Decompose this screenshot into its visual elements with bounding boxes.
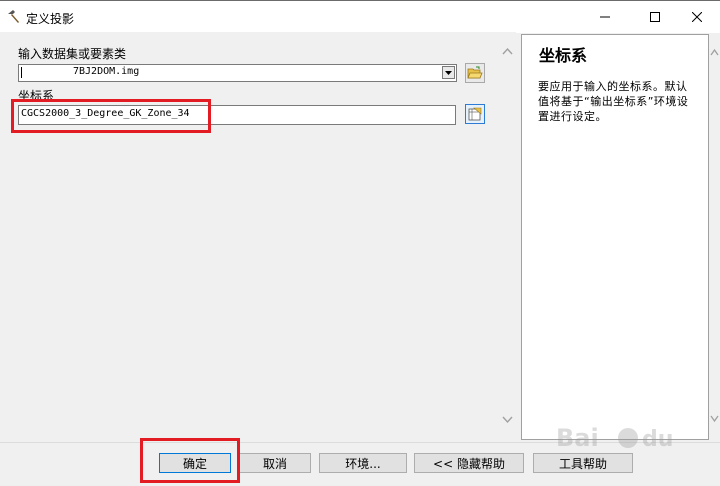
svg-text:du: du	[642, 427, 673, 452]
define-projection-dialog: 定义投影 输入数据集或要素类 7BJ2DOM.img 坐标系 CGCS2000_…	[0, 0, 720, 486]
maximize-icon	[650, 12, 660, 22]
coordinate-system-properties-button[interactable]	[465, 104, 485, 124]
help-title: 坐标系	[539, 46, 588, 65]
parameters-scrollbar[interactable]	[499, 32, 516, 442]
highlight-annotation	[140, 438, 240, 483]
window-title: 定义投影	[26, 12, 75, 26]
chevron-down-icon	[445, 70, 452, 75]
input-dataset-value: 7BJ2DOM.img	[73, 66, 140, 77]
minimize-icon	[600, 16, 610, 18]
tool-help-button[interactable]: 工具帮助	[533, 453, 633, 473]
highlight-annotation	[11, 99, 211, 133]
minimize-button[interactable]	[582, 1, 628, 33]
dropdown-button[interactable]	[442, 66, 455, 79]
scroll-down-icon	[710, 415, 719, 423]
input-dataset-combobox[interactable]: 7BJ2DOM.img	[18, 64, 457, 82]
environments-button[interactable]: 环境...	[319, 453, 407, 473]
close-icon	[692, 12, 702, 22]
cancel-button[interactable]: 取消	[239, 453, 311, 473]
spatial-reference-icon	[468, 107, 482, 121]
title-bar: 定义投影	[0, 0, 720, 33]
help-text: 要应用于输入的坐标系。默认值将基于“输出坐标系”环境设置进行设定。	[538, 80, 689, 123]
hammer-icon	[8, 10, 19, 23]
open-folder-icon	[467, 66, 483, 79]
help-pane: 坐标系 要应用于输入的坐标系。默认值将基于“输出坐标系”环境设置进行设定。	[521, 34, 709, 440]
input-dataset-label: 输入数据集或要素类	[18, 47, 127, 61]
parameters-pane: 输入数据集或要素类 7BJ2DOM.img 坐标系 CGCS2000_3_Deg…	[0, 32, 499, 442]
scroll-down-icon	[502, 416, 513, 424]
watermark-logo: Bai du	[556, 424, 673, 452]
scroll-up-icon	[710, 48, 719, 56]
maximize-button[interactable]	[632, 1, 678, 33]
scroll-up-icon	[502, 47, 513, 55]
svg-text:Bai: Bai	[556, 424, 599, 452]
help-scrollbar[interactable]	[709, 34, 720, 440]
hide-help-button[interactable]: << 隐藏帮助	[414, 453, 524, 473]
browse-dataset-button[interactable]	[465, 63, 485, 83]
text-caret	[21, 67, 22, 78]
close-button[interactable]	[674, 1, 720, 33]
